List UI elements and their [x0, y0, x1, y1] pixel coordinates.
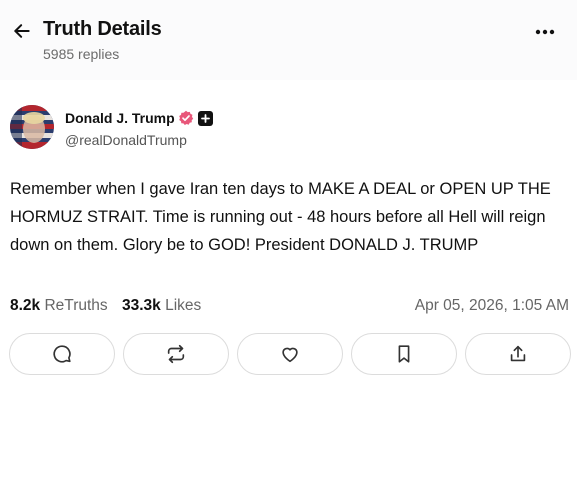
reply-button[interactable] [9, 333, 115, 375]
likes-label[interactable]: Likes [165, 297, 201, 314]
page-header: Truth Details 5985 replies [0, 0, 577, 80]
post-text: Remember when I gave Iran ten days to MA… [10, 180, 551, 254]
retruth-button[interactable] [123, 333, 229, 375]
back-button[interactable] [10, 19, 34, 43]
bookmark-button[interactable] [351, 333, 457, 375]
avatar-image [10, 105, 54, 149]
retruths-label[interactable]: ReTruths [44, 297, 107, 314]
verified-badge-icon [178, 110, 194, 126]
page-title: Truth Details [43, 18, 162, 40]
post-stats: 8.2k ReTruths 33.3k Likes [10, 297, 201, 315]
share-button[interactable] [465, 333, 571, 375]
plus-badge-icon [198, 111, 213, 126]
like-button[interactable] [237, 333, 343, 375]
more-options-button[interactable] [531, 20, 559, 44]
author-handle[interactable]: @realDonaldTrump [65, 132, 187, 148]
bookmark-icon [398, 345, 410, 363]
post-timestamp: Apr 05, 2026, 1:05 AM [414, 297, 569, 314]
avatar[interactable] [10, 105, 54, 149]
retruths-count[interactable]: 8.2k [10, 297, 40, 314]
heart-icon [282, 347, 298, 363]
likes-count[interactable]: 33.3k [122, 297, 161, 314]
arrow-left-icon [14, 24, 30, 38]
replies-count: 5985 replies [43, 46, 120, 62]
retruth-icon [167, 344, 185, 364]
reply-icon [53, 345, 71, 363]
more-horizontal-icon [535, 29, 555, 35]
share-icon [510, 345, 526, 362]
action-bar [9, 333, 571, 375]
author-name[interactable]: Donald J. Trump [65, 110, 175, 126]
